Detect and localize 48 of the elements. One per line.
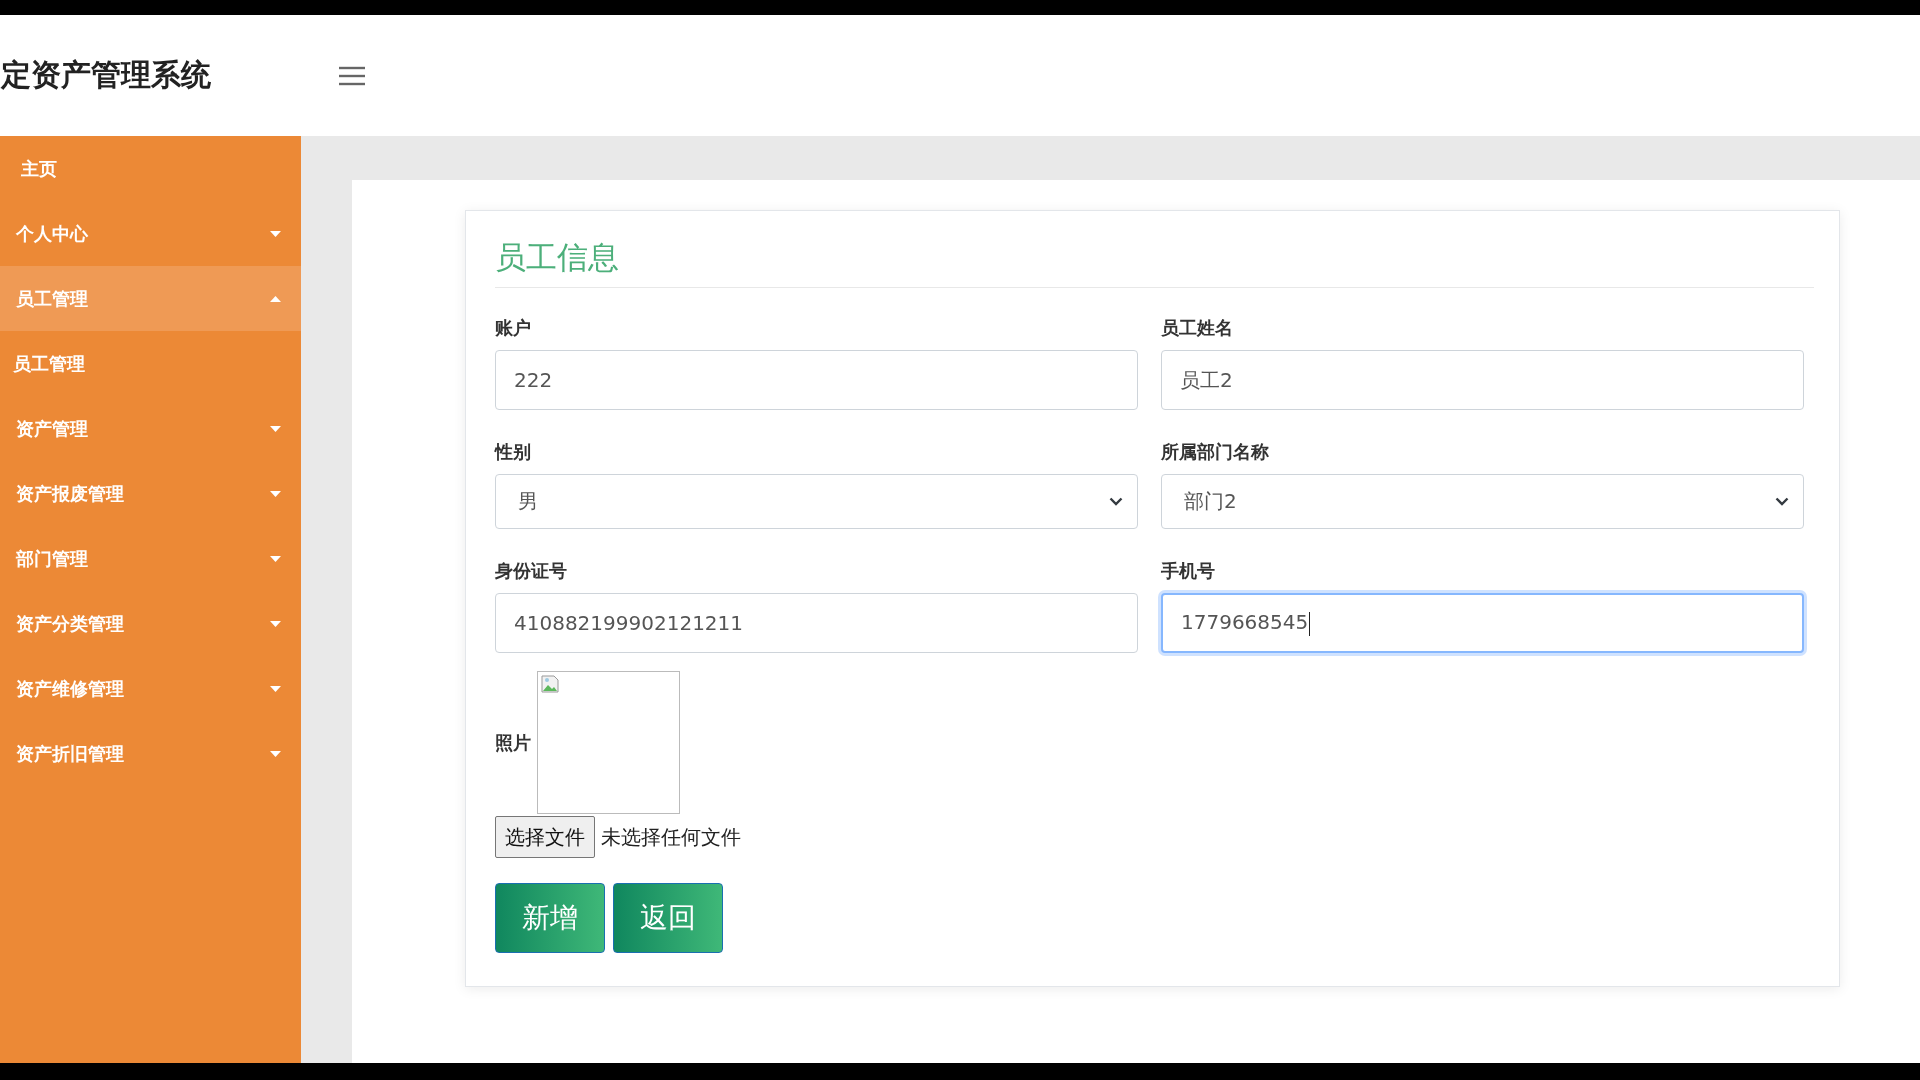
sidebar-item[interactable]: 资产分类管理 [0, 591, 301, 656]
sidebar-item-label: 资产分类管理 [16, 611, 124, 636]
sidebar-item-label: 资产报废管理 [16, 481, 124, 506]
sidebar-item[interactable]: 个人中心 [0, 201, 301, 266]
select-field[interactable]: 男 [495, 474, 1138, 529]
sidebar-item[interactable]: 主页 [0, 136, 301, 201]
add-button[interactable]: 新增 [495, 883, 605, 953]
sidebar-item-label: 员工管理 [16, 286, 88, 311]
caret-down-icon [270, 620, 281, 627]
caret-down-icon [270, 750, 281, 757]
caret-down-icon [270, 555, 281, 562]
file-status: 未选择任何文件 [601, 823, 741, 851]
caret-down-icon [270, 490, 281, 497]
choose-file-button[interactable]: 选择文件 [495, 816, 595, 858]
sidebar-item[interactable]: 部门管理 [0, 526, 301, 591]
input-field[interactable]: 222 [495, 350, 1138, 410]
field-label: 所属部门名称 [1161, 440, 1270, 462]
caret-up-icon [270, 295, 281, 302]
menu-icon[interactable] [339, 65, 365, 86]
sidebar-item-label: 个人中心 [16, 221, 88, 246]
caret-down-icon [270, 685, 281, 692]
sidebar-item-label: 资产管理 [16, 416, 88, 441]
form-title: 员工信息 [495, 237, 1814, 288]
input-field[interactable]: 1779668545 [1161, 593, 1804, 653]
caret-down-icon [270, 230, 281, 237]
field-label: 身份证号 [495, 559, 568, 581]
sidebar-item[interactable]: 资产折旧管理 [0, 721, 301, 786]
sidebar-item-label: 资产折旧管理 [16, 741, 124, 766]
field-label: 账户 [495, 316, 532, 338]
input-field[interactable]: 410882199902121211 [495, 593, 1138, 653]
field-label: 手机号 [1161, 559, 1216, 581]
sidebar-item[interactable]: 资产维修管理 [0, 656, 301, 721]
app-title: 定资产管理系统 [1, 56, 212, 94]
sidebar-item[interactable]: 员工管理 [0, 266, 301, 331]
select-field[interactable]: 部门2 [1161, 474, 1804, 529]
chevron-down-icon [1775, 497, 1789, 506]
sidebar-item-label: 资产维修管理 [16, 676, 124, 701]
back-button[interactable]: 返回 [613, 883, 723, 953]
caret-down-icon [270, 425, 281, 432]
field-label: 照片 [495, 730, 531, 755]
sidebar-subitem[interactable]: 员工管理 [0, 331, 301, 396]
chevron-down-icon [1109, 497, 1123, 506]
field-label: 性别 [495, 440, 532, 462]
sidebar-item-label: 部门管理 [16, 546, 88, 571]
field-label: 员工姓名 [1161, 316, 1234, 338]
sidebar-item[interactable]: 资产管理 [0, 396, 301, 461]
input-field[interactable]: 员工2 [1161, 350, 1804, 410]
sidebar-item[interactable]: 资产报废管理 [0, 461, 301, 526]
